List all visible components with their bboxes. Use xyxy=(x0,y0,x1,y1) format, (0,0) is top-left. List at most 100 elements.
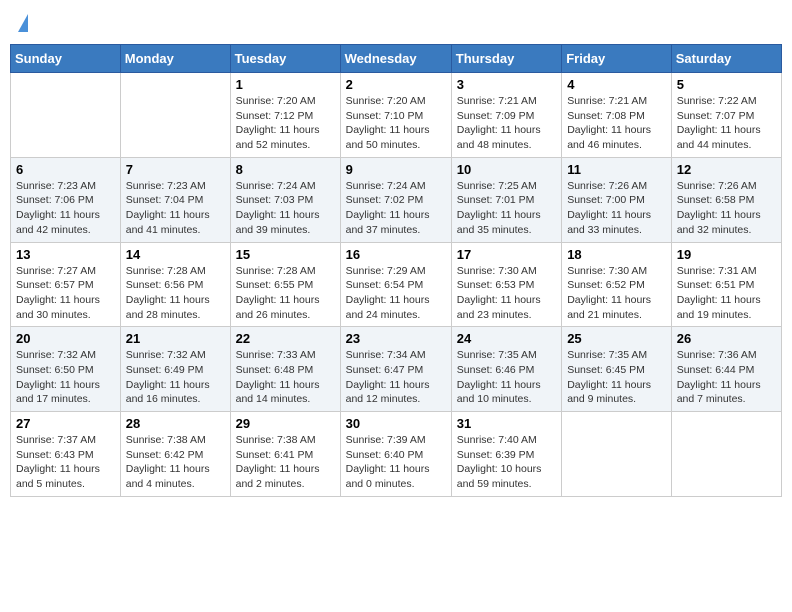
calendar-cell: 2 Sunrise: 7:20 AMSunset: 7:10 PMDaylight… xyxy=(340,73,451,158)
day-info: Sunrise: 7:38 AMSunset: 6:42 PMDaylight:… xyxy=(126,433,225,492)
weekday-header-wednesday: Wednesday xyxy=(340,45,451,73)
day-number: 9 xyxy=(346,162,446,177)
calendar-cell xyxy=(120,73,230,158)
day-number: 25 xyxy=(567,331,666,346)
day-info: Sunrise: 7:32 AMSunset: 6:50 PMDaylight:… xyxy=(16,348,115,407)
day-number: 29 xyxy=(236,416,335,431)
calendar-cell: 6 Sunrise: 7:23 AMSunset: 7:06 PMDaylight… xyxy=(11,157,121,242)
day-number: 27 xyxy=(16,416,115,431)
calendar-cell: 9 Sunrise: 7:24 AMSunset: 7:02 PMDaylight… xyxy=(340,157,451,242)
calendar-cell: 25 Sunrise: 7:35 AMSunset: 6:45 PMDayligh… xyxy=(562,327,672,412)
day-number: 10 xyxy=(457,162,556,177)
day-info: Sunrise: 7:34 AMSunset: 6:47 PMDaylight:… xyxy=(346,348,446,407)
logo xyxy=(16,14,28,32)
day-number: 17 xyxy=(457,247,556,262)
day-number: 31 xyxy=(457,416,556,431)
day-number: 15 xyxy=(236,247,335,262)
day-number: 2 xyxy=(346,77,446,92)
day-number: 30 xyxy=(346,416,446,431)
calendar-cell: 18 Sunrise: 7:30 AMSunset: 6:52 PMDayligh… xyxy=(562,242,672,327)
day-info: Sunrise: 7:30 AMSunset: 6:53 PMDaylight:… xyxy=(457,264,556,323)
calendar-cell: 12 Sunrise: 7:26 AMSunset: 6:58 PMDayligh… xyxy=(671,157,781,242)
calendar-week-row-2: 6 Sunrise: 7:23 AMSunset: 7:06 PMDaylight… xyxy=(11,157,782,242)
day-number: 18 xyxy=(567,247,666,262)
day-info: Sunrise: 7:30 AMSunset: 6:52 PMDaylight:… xyxy=(567,264,666,323)
day-info: Sunrise: 7:25 AMSunset: 7:01 PMDaylight:… xyxy=(457,179,556,238)
calendar-cell: 3Sunrise: 7:21 AMSunset: 7:09 PMDaylight… xyxy=(451,73,561,158)
calendar-cell: 14 Sunrise: 7:28 AMSunset: 6:56 PMDayligh… xyxy=(120,242,230,327)
day-number: 28 xyxy=(126,416,225,431)
day-info: Sunrise: 7:38 AMSunset: 6:41 PMDaylight:… xyxy=(236,433,335,492)
calendar-cell: 7 Sunrise: 7:23 AMSunset: 7:04 PMDaylight… xyxy=(120,157,230,242)
calendar-cell: 4 Sunrise: 7:21 AMSunset: 7:08 PMDaylight… xyxy=(562,73,672,158)
day-info: Sunrise: 7:26 AMSunset: 7:00 PMDaylight:… xyxy=(567,179,666,238)
calendar-cell: 15 Sunrise: 7:28 AMSunset: 6:55 PMDayligh… xyxy=(230,242,340,327)
weekday-header-thursday: Thursday xyxy=(451,45,561,73)
calendar-cell: 19 Sunrise: 7:31 AMSunset: 6:51 PMDayligh… xyxy=(671,242,781,327)
calendar-cell: 21Sunrise: 7:32 AMSunset: 6:49 PMDayligh… xyxy=(120,327,230,412)
calendar-cell: 5Sunrise: 7:22 AMSunset: 7:07 PMDaylight… xyxy=(671,73,781,158)
day-number: 4 xyxy=(567,77,666,92)
day-number: 22 xyxy=(236,331,335,346)
calendar-cell: 24 Sunrise: 7:35 AMSunset: 6:46 PMDayligh… xyxy=(451,327,561,412)
day-info: Sunrise: 7:23 AMSunset: 7:06 PMDaylight:… xyxy=(16,179,115,238)
day-number: 23 xyxy=(346,331,446,346)
day-number: 24 xyxy=(457,331,556,346)
calendar-cell: 31Sunrise: 7:40 AMSunset: 6:39 PMDayligh… xyxy=(451,412,561,497)
day-number: 3 xyxy=(457,77,556,92)
day-number: 14 xyxy=(126,247,225,262)
day-info: Sunrise: 7:29 AMSunset: 6:54 PMDaylight:… xyxy=(346,264,446,323)
calendar-table: SundayMondayTuesdayWednesdayThursdayFrid… xyxy=(10,44,782,497)
calendar-cell: 10 Sunrise: 7:25 AMSunset: 7:01 PMDayligh… xyxy=(451,157,561,242)
weekday-header-tuesday: Tuesday xyxy=(230,45,340,73)
day-info: Sunrise: 7:31 AMSunset: 6:51 PMDaylight:… xyxy=(677,264,776,323)
day-info: Sunrise: 7:39 AMSunset: 6:40 PMDaylight:… xyxy=(346,433,446,492)
calendar-cell: 1 Sunrise: 7:20 AMSunset: 7:12 PMDaylight… xyxy=(230,73,340,158)
calendar-cell xyxy=(671,412,781,497)
calendar-cell: 23 Sunrise: 7:34 AMSunset: 6:47 PMDayligh… xyxy=(340,327,451,412)
day-number: 19 xyxy=(677,247,776,262)
day-info: Sunrise: 7:26 AMSunset: 6:58 PMDaylight:… xyxy=(677,179,776,238)
day-info: Sunrise: 7:24 AMSunset: 7:03 PMDaylight:… xyxy=(236,179,335,238)
day-info: Sunrise: 7:20 AMSunset: 7:10 PMDaylight:… xyxy=(346,94,446,153)
calendar-cell: 11Sunrise: 7:26 AMSunset: 7:00 PMDayligh… xyxy=(562,157,672,242)
calendar-cell: 13Sunrise: 7:27 AMSunset: 6:57 PMDayligh… xyxy=(11,242,121,327)
day-number: 21 xyxy=(126,331,225,346)
calendar-week-row-4: 20 Sunrise: 7:32 AMSunset: 6:50 PMDayligh… xyxy=(11,327,782,412)
weekday-header-friday: Friday xyxy=(562,45,672,73)
day-info: Sunrise: 7:21 AMSunset: 7:08 PMDaylight:… xyxy=(567,94,666,153)
calendar-week-row-3: 13Sunrise: 7:27 AMSunset: 6:57 PMDayligh… xyxy=(11,242,782,327)
calendar-week-row-1: 1 Sunrise: 7:20 AMSunset: 7:12 PMDaylight… xyxy=(11,73,782,158)
weekday-header-sunday: Sunday xyxy=(11,45,121,73)
day-number: 12 xyxy=(677,162,776,177)
day-number: 6 xyxy=(16,162,115,177)
day-info: Sunrise: 7:35 AMSunset: 6:46 PMDaylight:… xyxy=(457,348,556,407)
day-info: Sunrise: 7:28 AMSunset: 6:55 PMDaylight:… xyxy=(236,264,335,323)
calendar-cell: 30 Sunrise: 7:39 AMSunset: 6:40 PMDayligh… xyxy=(340,412,451,497)
logo-triangle-icon xyxy=(18,14,28,32)
day-info: Sunrise: 7:36 AMSunset: 6:44 PMDaylight:… xyxy=(677,348,776,407)
calendar-cell: 28 Sunrise: 7:38 AMSunset: 6:42 PMDayligh… xyxy=(120,412,230,497)
day-info: Sunrise: 7:24 AMSunset: 7:02 PMDaylight:… xyxy=(346,179,446,238)
day-info: Sunrise: 7:33 AMSunset: 6:48 PMDaylight:… xyxy=(236,348,335,407)
calendar-cell xyxy=(562,412,672,497)
calendar-cell: 22 Sunrise: 7:33 AMSunset: 6:48 PMDayligh… xyxy=(230,327,340,412)
calendar-cell: 27Sunrise: 7:37 AMSunset: 6:43 PMDayligh… xyxy=(11,412,121,497)
day-info: Sunrise: 7:23 AMSunset: 7:04 PMDaylight:… xyxy=(126,179,225,238)
calendar-cell: 20 Sunrise: 7:32 AMSunset: 6:50 PMDayligh… xyxy=(11,327,121,412)
calendar-cell: 29 Sunrise: 7:38 AMSunset: 6:41 PMDayligh… xyxy=(230,412,340,497)
calendar-week-row-5: 27Sunrise: 7:37 AMSunset: 6:43 PMDayligh… xyxy=(11,412,782,497)
day-info: Sunrise: 7:22 AMSunset: 7:07 PMDaylight:… xyxy=(677,94,776,153)
day-info: Sunrise: 7:28 AMSunset: 6:56 PMDaylight:… xyxy=(126,264,225,323)
weekday-header-row: SundayMondayTuesdayWednesdayThursdayFrid… xyxy=(11,45,782,73)
day-number: 26 xyxy=(677,331,776,346)
day-number: 8 xyxy=(236,162,335,177)
day-info: Sunrise: 7:20 AMSunset: 7:12 PMDaylight:… xyxy=(236,94,335,153)
calendar-cell xyxy=(11,73,121,158)
day-number: 7 xyxy=(126,162,225,177)
day-number: 20 xyxy=(16,331,115,346)
day-info: Sunrise: 7:35 AMSunset: 6:45 PMDaylight:… xyxy=(567,348,666,407)
calendar-cell: 16 Sunrise: 7:29 AMSunset: 6:54 PMDayligh… xyxy=(340,242,451,327)
day-number: 1 xyxy=(236,77,335,92)
day-number: 16 xyxy=(346,247,446,262)
